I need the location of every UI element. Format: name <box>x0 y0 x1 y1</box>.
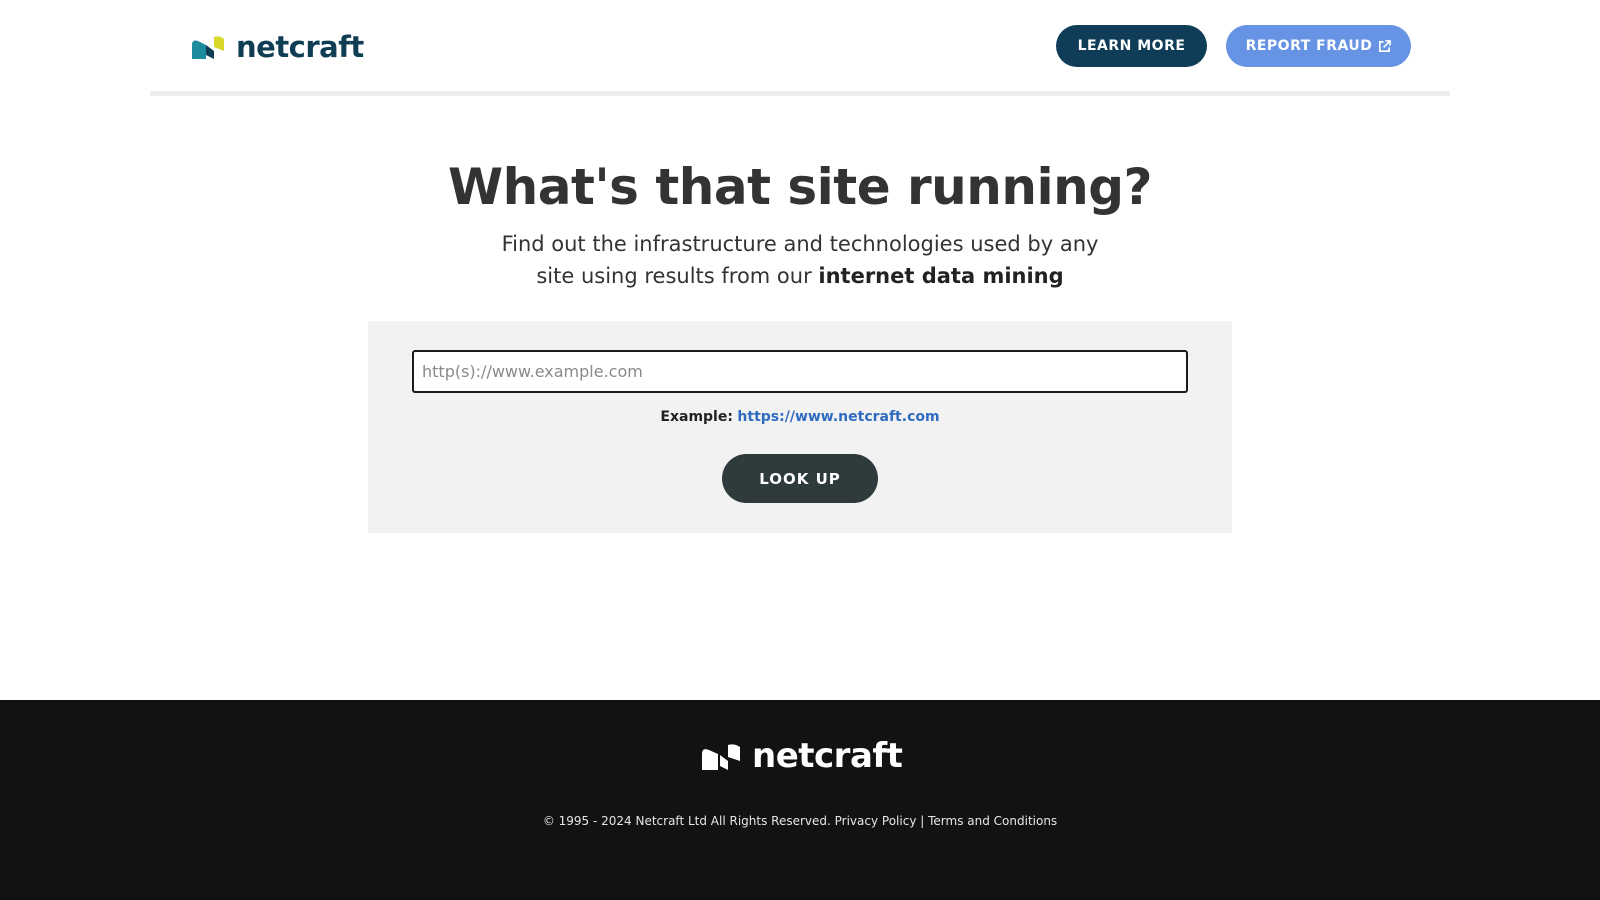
look-up-button[interactable]: LOOK UP <box>722 454 878 503</box>
terms-link[interactable]: Terms and Conditions <box>928 814 1057 828</box>
page: netcraft LEARN MORE REPORT FRAUD What's … <box>0 0 1600 900</box>
logo-wordmark: netcraft <box>236 29 364 64</box>
page-subtitle: Find out the infrastructure and technolo… <box>490 228 1110 292</box>
external-link-icon <box>1379 39 1392 52</box>
netcraft-logo-icon <box>192 36 224 59</box>
privacy-policy-link[interactable]: Privacy Policy <box>835 814 917 828</box>
footer-wordmark: netcraft <box>752 736 903 776</box>
netcraft-logo[interactable]: netcraft <box>190 30 364 64</box>
example-label: Example: <box>660 409 733 425</box>
learn-more-label: LEARN MORE <box>1077 38 1186 54</box>
example-line: Example: https://www.netcraft.com <box>368 409 1232 425</box>
page-title: What's that site running? <box>447 158 1153 216</box>
footer-logo-icon <box>702 743 740 770</box>
learn-more-button[interactable]: LEARN MORE <box>1056 25 1207 67</box>
report-fraud-button[interactable]: REPORT FRAUD <box>1226 25 1411 67</box>
report-fraud-label: REPORT FRAUD <box>1245 38 1373 54</box>
copyright-text: © 1995 - 2024 Netcraft Ltd All Rights Re… <box>542 814 831 828</box>
example-link[interactable]: https://www.netcraft.com <box>737 409 939 425</box>
footer-separator: | <box>920 814 925 828</box>
footer-logo[interactable]: netcraft <box>700 736 903 776</box>
site-header: netcraft LEARN MORE REPORT FRAUD <box>150 0 1450 96</box>
lookup-panel: Example: https://www.netcraft.com LOOK U… <box>368 321 1232 533</box>
subtitle-emphasis: internet data mining <box>818 264 1064 288</box>
url-input[interactable] <box>412 350 1188 393</box>
site-footer: netcraft <box>0 700 1600 900</box>
footer-legal: © 1995 - 2024 Netcraft Ltd All Rights Re… <box>0 814 1600 828</box>
